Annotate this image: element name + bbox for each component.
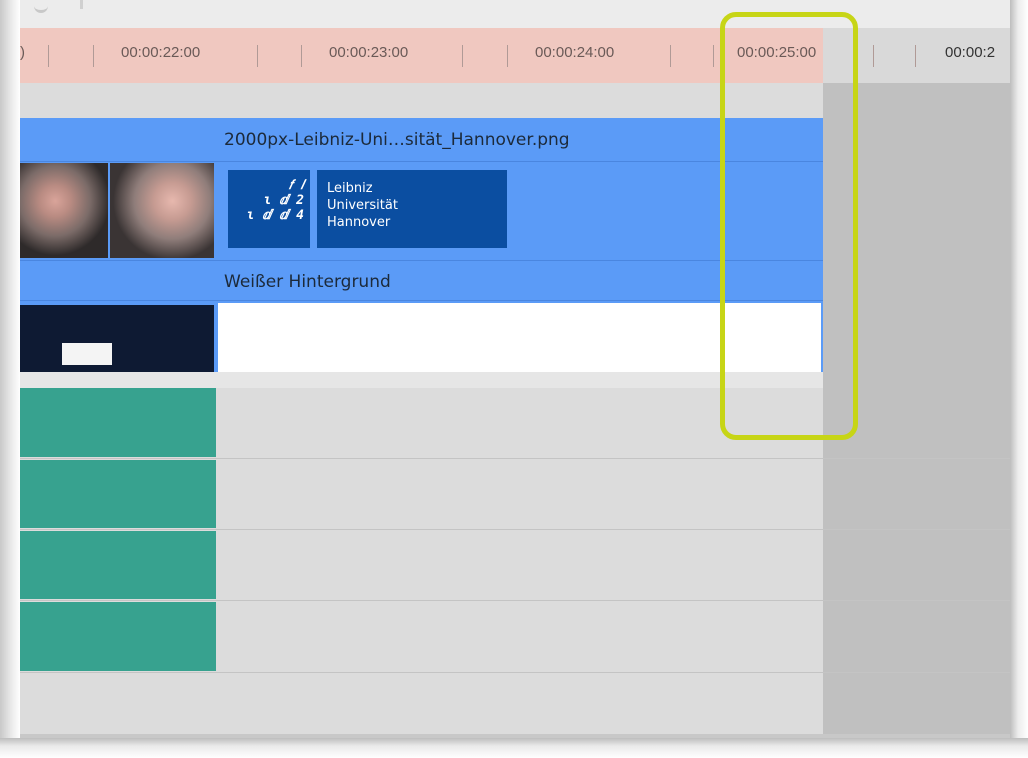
track-row-divider [20, 529, 1010, 530]
ruler-tick [257, 45, 258, 67]
logo-mark: 𝑓 𝑙 ɩ ⅆ 2 ɩ ⅆ ⅆ 4 [230, 178, 304, 223]
ruler-tick [507, 45, 508, 67]
video-thumbnail [20, 163, 108, 258]
clip-divider [20, 161, 823, 162]
logo-text-line: Leibniz [327, 181, 373, 196]
track-row-divider [20, 458, 1010, 459]
timeline-editor: ) 00:00:22:00 00:00:23:00 00:00:24:00 00… [20, 0, 1010, 738]
clip-divider [20, 300, 823, 301]
ruler-edge-label: ) [20, 44, 25, 61]
ruler-tick [93, 45, 94, 67]
logo-text-line: Hannover [327, 215, 391, 230]
thumbnail-slide [62, 343, 112, 365]
video-thumbnail [20, 305, 214, 372]
logo-mark-box: 𝑓 𝑙 ɩ ⅆ 2 ɩ ⅆ ⅆ 4 [228, 170, 310, 248]
logo-mark-line: ɩ ⅆ 2 [263, 193, 304, 208]
logo-mark-line: ɩ ⅆ ⅆ 4 [246, 208, 304, 223]
logo-text-line: Universität [327, 198, 398, 213]
timeline-toolbar [20, 0, 1010, 28]
track-row-divider [20, 600, 1010, 601]
window-shadow-right [1010, 0, 1028, 758]
logo-text: Leibniz Universität Hannover [327, 180, 398, 231]
audio-clip[interactable] [20, 531, 216, 599]
window-shadow-bottom [0, 738, 1028, 758]
ruler-label: 00:00:23:00 [329, 44, 409, 61]
ruler-tick [462, 45, 463, 67]
video-thumbnail [110, 163, 214, 258]
ruler-label: 00:00:24:00 [535, 44, 615, 61]
timeline-bottom-edge [20, 734, 1010, 738]
highlight-annotation [720, 12, 858, 440]
logo-mark-line: 𝑓 𝑙 [288, 178, 304, 193]
audio-clip[interactable] [20, 602, 216, 671]
logo-text-box: Leibniz Universität Hannover [317, 170, 507, 248]
clip-title-image: 2000px-Leibniz-Uni…sität_Hannover.png [224, 130, 570, 150]
ruler-label: 00:00:2 [945, 44, 996, 61]
ruler-tick [915, 45, 916, 67]
track-row-divider [20, 672, 1010, 673]
clip-divider [20, 260, 823, 261]
ruler-tick [713, 45, 714, 67]
toolbar-divider-icon [80, 0, 83, 9]
toolbar-icon[interactable] [34, 0, 48, 13]
ruler-tick [670, 45, 671, 67]
audio-clip[interactable] [20, 460, 216, 528]
audio-clip[interactable] [20, 388, 216, 457]
ruler-tick [48, 45, 49, 67]
clip-title-background: Weißer Hintergrund [224, 272, 391, 292]
ruler-label: 00:00:22:00 [121, 44, 201, 61]
ruler-tick [301, 45, 302, 67]
ruler-tick [873, 45, 874, 67]
